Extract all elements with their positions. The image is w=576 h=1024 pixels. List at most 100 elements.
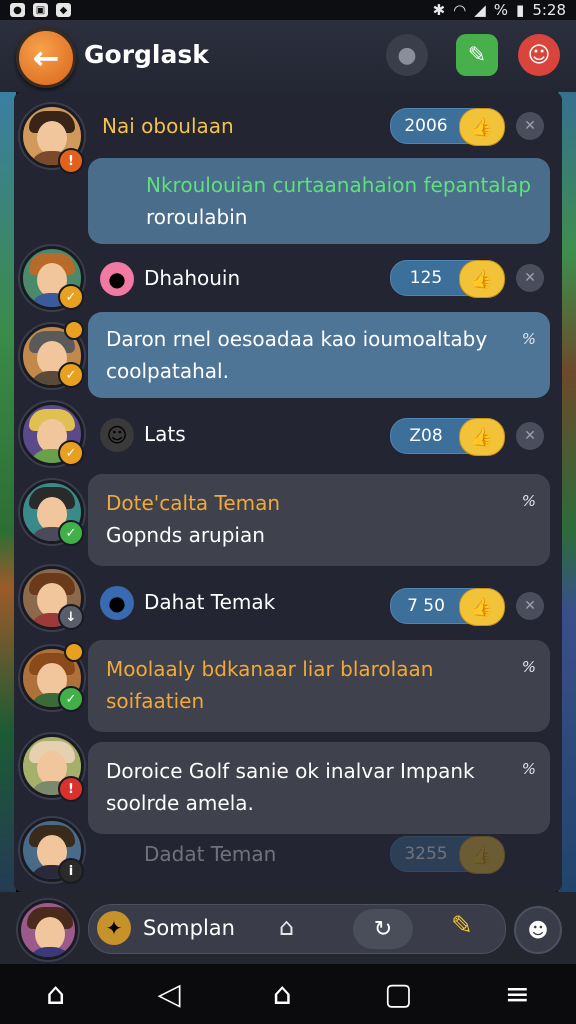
close-icon: ✕: [524, 598, 536, 614]
thumbs-up-icon: 👍: [459, 836, 505, 874]
wifi-icon: ◠: [453, 1, 467, 19]
score-pill[interactable]: 2006 👍: [390, 108, 505, 146]
contact-name: Nai oboulaan: [102, 114, 234, 138]
game-icon: ◆: [56, 3, 71, 17]
close-icon: ✕: [524, 428, 536, 444]
score-value: 7 50: [407, 596, 445, 616]
message-percent: %: [521, 658, 536, 676]
back-button[interactable]: ←: [16, 28, 76, 88]
chat-bubble-icon: ✎: [467, 42, 487, 68]
contact-name: Lats: [144, 422, 186, 446]
message-percent: %: [521, 330, 536, 348]
message-bubble[interactable]: Nkroulouian curtaanahaion fepantalap ror…: [88, 158, 550, 244]
my-avatar[interactable]: [18, 900, 78, 960]
message-line-1: Moolaaly bdkanaar liar blarolaan: [106, 657, 434, 681]
dismiss-button[interactable]: ✕: [516, 264, 544, 292]
message-percent: %: [521, 492, 536, 510]
dismiss-button[interactable]: ✕: [516, 112, 544, 140]
thumbs-up-icon: 👍: [459, 418, 505, 456]
contact-name: Dhahouin: [144, 266, 241, 290]
sticker-icon: ✦: [97, 911, 131, 945]
avatar-icon: ☺: [527, 42, 551, 68]
message-line-2: Gopnds arupian: [106, 523, 265, 547]
user-gear-icon: ●: [397, 42, 417, 68]
close-icon: ✕: [524, 118, 536, 134]
menu-icon[interactable]: ≡: [505, 977, 530, 1012]
score-pill: 3255 👍: [390, 836, 505, 874]
message-bubble[interactable]: Moolaaly bdkanaar liar blarolaan soifaat…: [88, 640, 550, 732]
contact-name: Dadat Teman: [144, 842, 277, 866]
back-triangle-icon[interactable]: ◁: [157, 977, 180, 1012]
bluetooth-icon: ✱: [432, 1, 446, 19]
message-bubble[interactable]: Daron rnel oesoadaa kao ioumoaltaby cool…: [88, 312, 550, 398]
message-bubble[interactable]: Dote'calta Teman Gopnds arupian %: [88, 474, 550, 566]
arrow-left-icon: ←: [32, 39, 60, 77]
compose-input[interactable]: ✦ Somplan ⌂ ↻ ✎: [88, 904, 506, 954]
online-badge: ✓: [58, 520, 84, 546]
battery-icon: ▮: [516, 1, 525, 19]
score-value: Z08: [409, 426, 443, 446]
online-badge: ✓: [58, 686, 84, 712]
app-title: Gorglask: [84, 40, 209, 69]
message-line-1: Daron rnel oesoadaa kao ioumoaltaby: [106, 327, 488, 351]
dismiss-button[interactable]: ✕: [516, 592, 544, 620]
message-line-2: soolrde amela.: [106, 791, 254, 815]
clock: 5:28: [532, 1, 566, 19]
contact-name: Dahat Temak: [144, 590, 276, 614]
message-line-2: roroulabin: [146, 205, 248, 229]
message-line-1: Dote'calta Teman: [106, 491, 281, 515]
compose-label: Somplan: [143, 916, 235, 940]
message-line-1: Nkroulouian curtaanahaion fepantalap: [146, 173, 532, 197]
thumbs-up-icon: 👍: [459, 260, 505, 298]
battery-percent: %: [493, 1, 509, 19]
notification-icon: ●: [10, 3, 25, 17]
notification-dot: [64, 642, 84, 662]
signal-icon: ◢: [474, 1, 486, 19]
status-badge: i: [58, 858, 84, 884]
emoji-button[interactable]: ☻: [514, 906, 562, 954]
notification-dot: [64, 320, 84, 340]
chat-button[interactable]: ✎: [456, 34, 498, 76]
composer-bar: ✦ Somplan ⌂ ↻ ✎ ☻: [0, 892, 576, 964]
thumbs-up-icon: 👍: [459, 108, 505, 146]
home-icon[interactable]: ⌂: [273, 977, 292, 1012]
status-badge: ↓: [58, 604, 84, 630]
message-percent: %: [521, 760, 536, 778]
faded-list-row: Dadat Teman 3255 👍: [100, 834, 560, 892]
message-bubble[interactable]: Doroice Golf sanie ok inalvar Impank soo…: [88, 742, 550, 834]
user-avatar-button[interactable]: ☺: [518, 34, 560, 76]
status-badge: ✓: [58, 440, 84, 466]
cat-face-icon: ☺: [100, 418, 134, 452]
score-pill[interactable]: 7 50 👍: [390, 588, 505, 626]
recents-icon[interactable]: ▢: [384, 977, 412, 1012]
alert-badge: !: [58, 776, 84, 802]
score-pill[interactable]: 125 👍: [390, 260, 505, 298]
dismiss-button[interactable]: ✕: [516, 422, 544, 450]
score-value: 2006: [404, 116, 448, 136]
edit-icon[interactable]: ✎: [451, 911, 473, 941]
score-pill[interactable]: Z08 👍: [390, 418, 505, 456]
home-outline-icon[interactable]: ⌂: [46, 977, 65, 1012]
tool-icon[interactable]: ⌂: [279, 913, 294, 941]
pig-icon: ●: [100, 262, 134, 296]
score-value: 125: [409, 268, 443, 288]
voice-button[interactable]: ↻: [353, 909, 413, 949]
status-bar: ● ▣ ◆ ✱ ◠ ◢ % ▮ 5:28: [0, 0, 576, 20]
chat-list-panel: ! Nai oboulaan 2006 👍 ✕ ★ ♣ Nkroulouian …: [14, 92, 562, 892]
status-badge: ✓: [58, 284, 84, 310]
profile-settings-button[interactable]: ●: [386, 34, 428, 76]
score-value: 3255: [404, 844, 448, 864]
message-line-2: coolpatahal.: [106, 359, 229, 383]
status-badge: !: [58, 148, 84, 174]
status-badge: ✓: [58, 362, 84, 388]
thumbs-up-icon: 👍: [459, 588, 505, 626]
top-bar: ← Gorglask ● ✎ ☺: [0, 20, 576, 94]
fox-icon: ●: [100, 586, 134, 620]
swirl-icon: ↻: [373, 916, 393, 942]
image-icon: ▣: [33, 3, 48, 17]
message-line-2: soifaatien: [106, 689, 205, 713]
close-icon: ✕: [524, 270, 536, 286]
smiley-icon: ☻: [527, 918, 549, 942]
system-nav-bar: ⌂ ◁ ⌂ ▢ ≡: [0, 964, 576, 1024]
message-line-1: Doroice Golf sanie ok inalvar Impank: [106, 759, 475, 783]
